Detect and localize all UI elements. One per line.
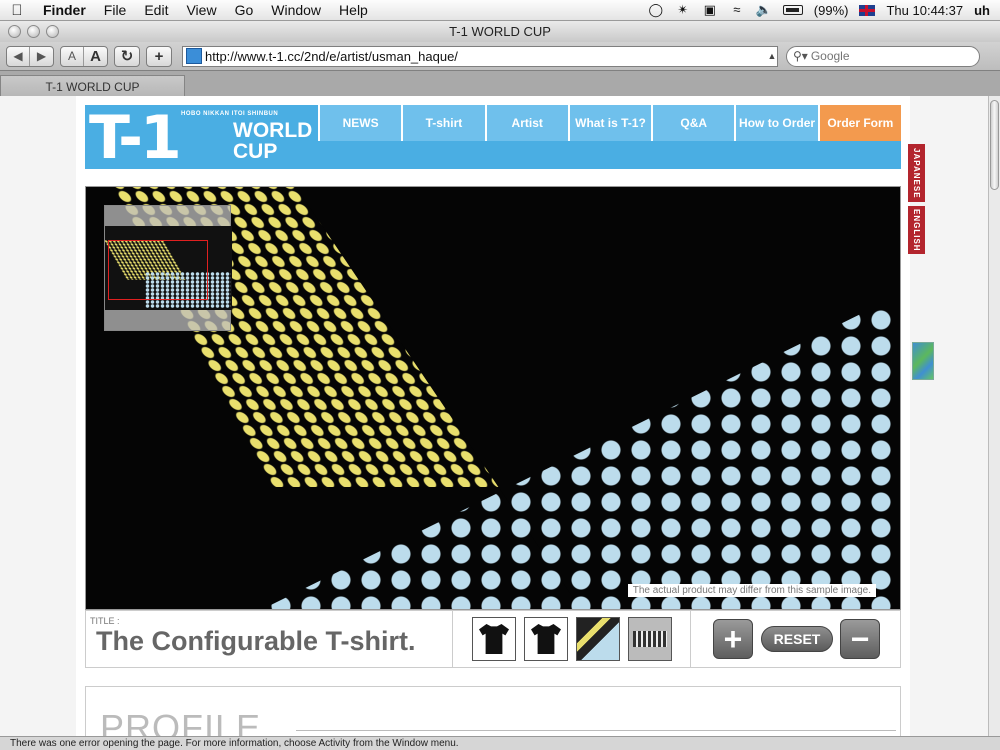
battery-percent: (99%) (813, 2, 849, 18)
reload-button[interactable]: ↻ (114, 45, 140, 67)
tshirt-front-icon (479, 624, 509, 654)
nav-how-to-order[interactable]: How to Order (734, 105, 818, 141)
search-icon[interactable]: ⚲▾ (793, 49, 808, 63)
increase-font-button[interactable]: A (84, 47, 107, 66)
menu-go[interactable]: Go (226, 2, 263, 18)
window-controls (0, 25, 59, 38)
volume-icon[interactable]: 🔈 (756, 3, 772, 17)
menu-file[interactable]: File (95, 2, 136, 18)
search-input[interactable] (810, 49, 971, 63)
battery-icon[interactable] (782, 5, 803, 15)
profile-rule (296, 730, 896, 731)
nav-artist[interactable]: Artist (484, 105, 568, 141)
navigator-viewport-frame[interactable] (108, 240, 208, 300)
decrease-font-button[interactable]: A (61, 46, 84, 66)
status-bar: There was one error opening the page. Fo… (0, 736, 1000, 750)
search-field: ⚲▾ (786, 45, 980, 67)
label-thumbnail-icon (633, 631, 667, 647)
menu-user[interactable]: uh (974, 3, 990, 18)
tshirt-back-icon (531, 624, 561, 654)
reload-icon: ↻ (120, 48, 134, 65)
nav-news[interactable]: NEWS (318, 105, 402, 141)
forward-button[interactable]: ▶ (30, 47, 53, 66)
zoom-navigator[interactable] (104, 205, 232, 331)
add-bookmark-button[interactable]: + (146, 45, 172, 67)
product-title: The Configurable T-shirt. (96, 626, 416, 656)
menu-extras: ◯ ✴ ▣ ≈ 🔈 (99%) Thu 10:44:37 uh (648, 3, 1000, 18)
globe-icon[interactable] (912, 342, 934, 380)
site-logo[interactable]: HOBO NIKKAN ITOI SHINBUN T-1 WORLD CUP (85, 103, 318, 173)
zoom-window-icon[interactable] (46, 25, 59, 38)
logo-subtitle: HOBO NIKKAN ITOI SHINBUN (181, 111, 279, 117)
forward-arrow-icon: ▶ (36, 49, 47, 63)
menu-clock[interactable]: Thu 10:44:37 (886, 3, 963, 18)
title-label: TITLE : (90, 616, 120, 626)
browser-toolbar: ◀ ▶ A A ↻ + ▲ ⚲▾ (0, 42, 1000, 70)
header-strip (318, 141, 901, 169)
bluetooth-icon[interactable]: ✴ (675, 3, 691, 17)
nav-tshirt[interactable]: T-shirt (401, 105, 485, 141)
divider (690, 611, 691, 667)
page-container: HOBO NIKKAN ITOI SHINBUN T-1 WORLD CUP N… (76, 96, 910, 736)
minimize-window-icon[interactable] (27, 25, 40, 38)
nav-qa[interactable]: Q&A (651, 105, 735, 141)
zoom-in-button[interactable]: + (713, 619, 753, 659)
tshirt-view-back[interactable] (524, 617, 568, 661)
input-language-flag-icon[interactable] (859, 4, 876, 16)
tshirt-view-front[interactable] (472, 617, 516, 661)
url-input[interactable] (205, 46, 767, 66)
site-favicon-icon (186, 48, 202, 64)
language-japanese-tab[interactable]: JAPANESE (908, 144, 925, 202)
display-icon[interactable]: ▣ (702, 3, 718, 17)
site-header: HOBO NIKKAN ITOI SHINBUN T-1 WORLD CUP N… (85, 103, 901, 173)
apple-menu-icon[interactable]:  (0, 2, 34, 19)
product-bar: TITLE : The Configurable T-shirt. + RESE… (85, 610, 901, 668)
scrollbar-thumb[interactable] (990, 100, 999, 190)
product-disclaimer: The actual product may differ from this … (627, 584, 876, 597)
profile-section: PROFILE (85, 686, 901, 736)
window-title: T-1 WORLD CUP (449, 24, 551, 39)
zoom-out-button[interactable]: − (840, 619, 880, 659)
tshirt-view-label[interactable] (628, 617, 672, 661)
logo-t1: T-1 (89, 103, 182, 173)
logo-world: WORLD (233, 119, 313, 142)
menu-help[interactable]: Help (330, 2, 377, 18)
menu-finder[interactable]: Finder (34, 2, 95, 18)
wifi-icon[interactable]: ≈ (729, 3, 745, 17)
nav-buttons: ◀ ▶ (6, 45, 54, 67)
divider (452, 611, 453, 667)
language-english-tab[interactable]: ENGLISH (908, 206, 925, 254)
font-size-buttons: A A (60, 45, 108, 67)
url-dropdown-icon[interactable]: ▲ (767, 51, 777, 61)
main-nav: NEWS T-shirt Artist What is T-1? Q&A How… (318, 105, 901, 141)
page-viewport: HOBO NIKKAN ITOI SHINBUN T-1 WORLD CUP N… (0, 96, 988, 736)
address-bar: ▲ (182, 45, 778, 67)
window-titlebar: T-1 WORLD CUP (0, 21, 1000, 42)
tshirt-view-detail[interactable] (576, 617, 620, 661)
profile-heading: PROFILE (100, 707, 262, 736)
menu-window[interactable]: Window (262, 2, 330, 18)
reset-button[interactable]: RESET (761, 626, 833, 652)
tab-t1-world-cup[interactable]: T-1 WORLD CUP (0, 75, 185, 97)
close-window-icon[interactable] (8, 25, 21, 38)
vertical-scrollbar[interactable] (988, 96, 1000, 736)
back-button[interactable]: ◀ (7, 46, 30, 66)
nav-order-form[interactable]: Order Form (817, 105, 901, 141)
logo-cup: CUP (233, 140, 278, 163)
menu-edit[interactable]: Edit (135, 2, 177, 18)
sync-icon[interactable]: ◯ (648, 3, 664, 17)
nav-what-is-t1[interactable]: What is T-1? (567, 105, 652, 141)
menu-bar:  Finder File Edit View Go Window Help ◯… (0, 0, 1000, 21)
menu-view[interactable]: View (177, 2, 225, 18)
product-image[interactable]: The actual product may differ from this … (85, 186, 901, 610)
tab-bar: T-1 WORLD CUP (0, 70, 1000, 97)
back-arrow-icon: ◀ (13, 49, 23, 63)
